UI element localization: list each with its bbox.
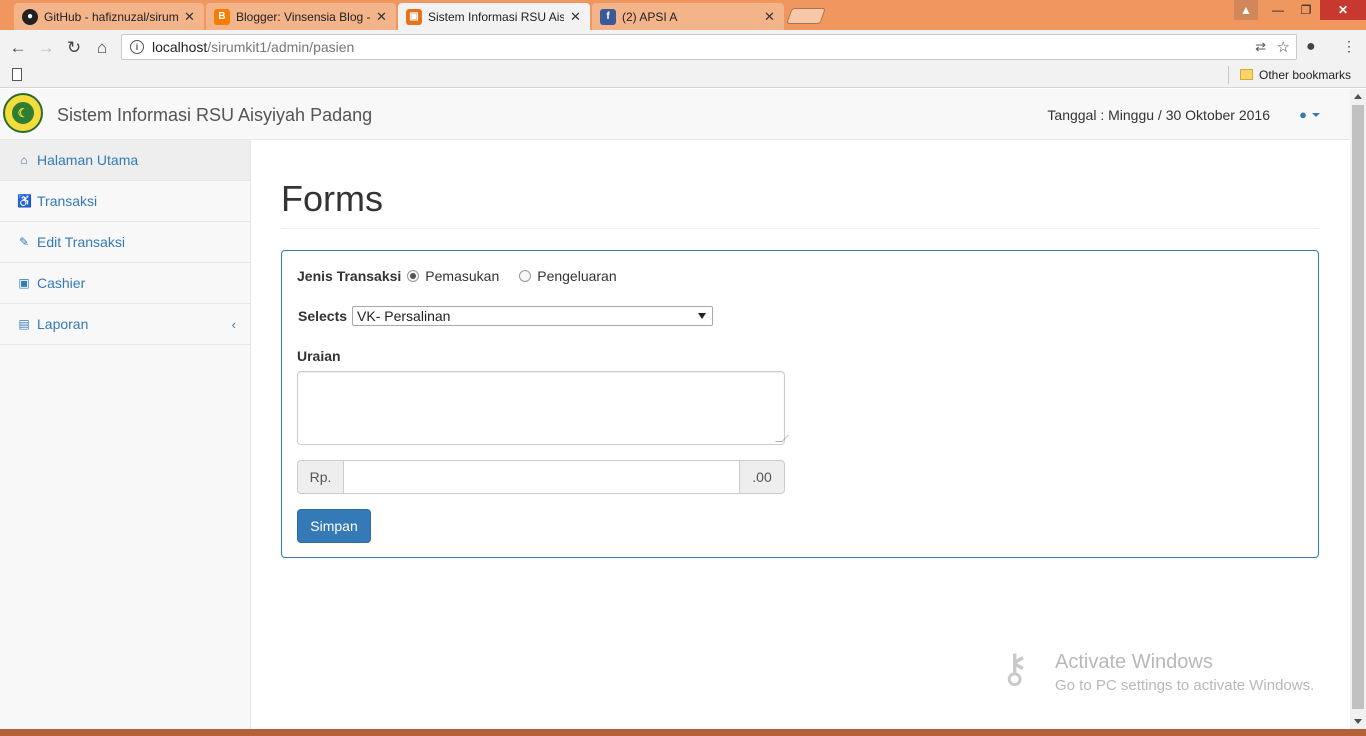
scrollbar-thumb[interactable] [1352, 105, 1364, 709]
currency-suffix: .00 [739, 460, 785, 494]
forward-icon[interactable]: → [36, 38, 56, 58]
tab-github[interactable]: ● GitHub - hafiznuzal/sirum ✕ [14, 3, 204, 30]
page-header: Forms [281, 140, 1319, 229]
minimize-button[interactable]: — [1264, 0, 1292, 20]
bookmarks-bar: Other bookmarks [0, 64, 1366, 88]
close-icon[interactable]: ✕ [376, 9, 388, 25]
facebook-icon: f [600, 8, 616, 25]
tab-blogger[interactable]: B Blogger: Vinsensia Blog - ✕ [206, 3, 396, 30]
close-icon[interactable]: ✕ [764, 9, 776, 25]
other-bookmarks-link[interactable]: Other bookmarks [1259, 68, 1351, 82]
page-icon[interactable] [12, 68, 22, 81]
extension-icon[interactable]: ● [1306, 38, 1316, 56]
sidebar-item-laporan[interactable]: ▤ Laporan ‹ [0, 304, 250, 345]
page-title: Forms [281, 178, 383, 219]
logo-emblem: ☾ [10, 100, 36, 126]
browser-titlebar: ● GitHub - hafiznuzal/sirum ✕ B Blogger:… [0, 0, 1366, 30]
watermark-title: Activate Windows [1055, 651, 1213, 673]
github-icon: ● [22, 8, 38, 25]
selects-group: Selects VK- Persalinan [298, 306, 714, 326]
simpan-button[interactable]: Simpan [297, 509, 371, 543]
address-bar[interactable]: i localhost/sirumkit1/admin/pasien ⇄ ☆ [121, 34, 1297, 60]
transaction-form-panel: Jenis Transaksi Pemasukan Pengeluaran Se… [281, 250, 1319, 558]
star-icon[interactable]: ☆ [1277, 38, 1290, 56]
divider [1228, 66, 1229, 84]
menu-icon[interactable]: ⋮ [1342, 38, 1356, 55]
amount-input-group: Rp. .00 [297, 460, 785, 494]
folder-icon[interactable] [1240, 69, 1253, 80]
radio-pemasukan[interactable] [407, 270, 420, 282]
translate-icon[interactable]: ⇄ [1255, 39, 1266, 55]
window-close-button[interactable]: ✕ [1320, 0, 1366, 20]
url-host: localhost [152, 39, 208, 55]
page-viewport: ☾ Sistem Informasi RSU Aisyiyah Padang T… [0, 89, 1350, 736]
sidebar-item-label: Laporan [37, 316, 89, 332]
brand-title[interactable]: Sistem Informasi RSU Aisyiyah Padang [57, 105, 372, 126]
chevron-left-icon: ‹ [231, 316, 236, 332]
back-icon[interactable]: ← [8, 38, 28, 58]
sidebar-item-halaman-utama[interactable]: ⌂ Halaman Utama [0, 140, 250, 181]
maximize-button[interactable]: ❐ [1292, 0, 1320, 20]
sidebar-item-transaksi[interactable]: ♿ Transaksi [0, 181, 250, 222]
sidebar-item-edit-transaksi[interactable]: ✎ Edit Transaksi [0, 222, 250, 263]
wheelchair-icon: ♿ [17, 194, 32, 208]
sidebar-item-label: Cashier [37, 275, 86, 291]
logo: ☾ [3, 93, 43, 133]
user-menu-toggle[interactable]: ● [1299, 107, 1320, 122]
selects-label: Selects [298, 308, 348, 324]
caret-down-icon [1312, 112, 1320, 117]
date-display: Tanggal : Minggu / 30 Oktober 2016 [1047, 107, 1270, 123]
currency-prefix: Rp. [297, 460, 344, 494]
tab-title: GitHub - hafiznuzal/sirum [44, 9, 178, 24]
jenis-transaksi-group: Jenis Transaksi Pemasukan Pengeluaran [297, 268, 631, 284]
sidebar-item-label: Halaman Utama [37, 152, 139, 168]
tab-title: Sistem Informasi RSU Ais [428, 9, 564, 24]
main-content: Forms Jenis Transaksi Pemasukan Pengelua… [281, 140, 1319, 558]
tab-title: (2) APSI A [622, 9, 678, 24]
activation-watermark: ⚷ Activate Windows Go to PC settings to … [1000, 642, 1340, 702]
url-path: /sirumkit1/admin/pasien [207, 39, 355, 55]
user-profile-icon[interactable]: ▲ [1234, 0, 1258, 20]
close-icon[interactable]: ✕ [570, 9, 582, 25]
vertical-scrollbar[interactable] [1350, 89, 1366, 729]
resize-handle-icon[interactable] [775, 435, 789, 442]
dropdown-arrow-icon [698, 313, 707, 319]
uraian-label: Uraian [297, 348, 341, 364]
tab-title: Blogger: Vinsensia Blog - [236, 9, 370, 24]
home-icon: ⌂ [20, 153, 28, 167]
top-navbar: ☾ Sistem Informasi RSU Aisyiyah Padang T… [0, 89, 1350, 140]
os-taskbar[interactable] [0, 729, 1366, 736]
sidebar-item-label: Transaksi [37, 193, 98, 209]
tab-sistem-informasi[interactable]: ▣ Sistem Informasi RSU Ais ✕ [398, 3, 590, 30]
money-icon: ▣ [18, 276, 30, 290]
radio-pengeluaran[interactable] [519, 270, 532, 282]
browser-toolbar: ← → ↻ ⌂ i localhost/sirumkit1/admin/pasi… [0, 30, 1366, 64]
selects-value: VK- Persalinan [357, 308, 451, 324]
blogger-icon: B [214, 8, 230, 25]
radio-pengeluaran-label[interactable]: Pengeluaran [537, 268, 616, 284]
uraian-textarea[interactable] [297, 371, 789, 445]
jenis-transaksi-label: Jenis Transaksi [297, 268, 402, 284]
selects-dropdown[interactable]: VK- Persalinan [352, 306, 714, 326]
info-icon[interactable]: i [130, 40, 144, 54]
user-icon: ● [1299, 107, 1307, 122]
new-tab-button[interactable] [786, 8, 826, 24]
key-icon: ⚷ [1000, 647, 1030, 691]
amount-input[interactable] [344, 460, 739, 494]
close-icon[interactable]: ✕ [184, 9, 196, 25]
reload-icon[interactable]: ↻ [64, 38, 84, 58]
scroll-up-icon[interactable] [1354, 94, 1362, 99]
radio-pemasukan-label[interactable]: Pemasukan [425, 268, 499, 284]
sidebar-item-cashier[interactable]: ▣ Cashier [0, 263, 250, 304]
scroll-down-icon[interactable] [1354, 719, 1362, 724]
sidebar: ⌂ Halaman Utama ♿ Transaksi ✎ Edit Trans… [0, 140, 251, 736]
watermark-subtitle: Go to PC settings to activate Windows. [1055, 677, 1315, 694]
site-icon: ▣ [406, 8, 422, 25]
home-icon[interactable]: ⌂ [92, 38, 112, 58]
file-icon: ▤ [18, 317, 30, 331]
edit-icon: ✎ [18, 235, 30, 249]
tab-facebook[interactable]: f (2) APSI A ✕ [592, 3, 784, 30]
sidebar-item-label: Edit Transaksi [37, 234, 125, 250]
